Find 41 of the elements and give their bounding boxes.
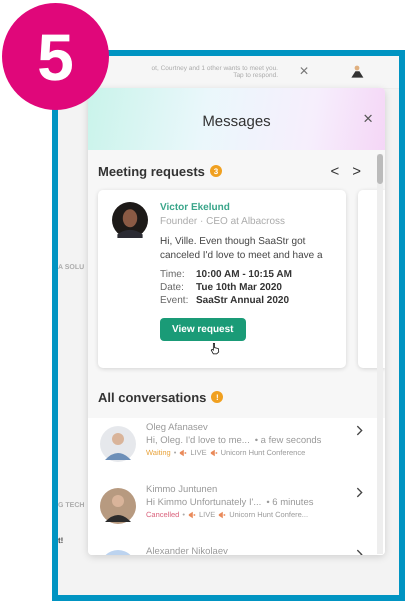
previous-button[interactable]: < [326, 162, 344, 180]
avatar [100, 426, 136, 462]
section-title: All conversations [98, 390, 206, 404]
panel-title: Messages [202, 112, 271, 130]
sender-name[interactable]: Victor Ekelund [160, 202, 340, 213]
megaphone-icon [179, 448, 188, 456]
message-text: Hi, Ville. Even though SaaStr got canceled I'd love to meet and have a [160, 235, 324, 262]
detail-value: SaaStr Annual 2020 [196, 295, 290, 306]
next-button[interactable]: > [348, 162, 365, 180]
detail-label: Event: [160, 295, 190, 306]
step-badge: 5 [2, 3, 109, 110]
detail-value: Tue 10th Mar 2020 [196, 282, 283, 293]
message-preview: Hi, Oleg. I'd love to me... [146, 435, 250, 446]
count-badge: 3 [210, 165, 222, 177]
megaphone-icon [218, 510, 226, 518]
chevron-right-icon [356, 425, 363, 436]
hand-cursor-icon [210, 342, 220, 355]
detail-label: Time: [160, 269, 186, 280]
megaphone-icon [188, 510, 196, 518]
message-preview: Hi Kimmo Unfortunately I'... [146, 497, 262, 508]
contact-name: Oleg Afanasev [146, 422, 209, 433]
scrollbar[interactable] [377, 154, 383, 554]
close-button[interactable]: × [363, 110, 373, 127]
background-text: t! [58, 536, 64, 545]
alert-badge: ! [211, 391, 224, 403]
close-button[interactable]: × [284, 63, 324, 81]
avatar [112, 202, 148, 238]
megaphone-icon [210, 448, 218, 456]
sender-role: Founder · CEO at Albacross [160, 216, 286, 227]
detail-value: 10:00 AM - 10:15 AM [196, 269, 293, 280]
message-time: • 6 minutes [266, 497, 314, 508]
view-request-button[interactable]: View request [160, 318, 246, 341]
contact-name: Alexander Nikolaev [146, 546, 229, 555]
person-icon [349, 64, 365, 80]
conversation-row[interactable]: Alexander Nikolaev [88, 542, 385, 555]
detail-label: Date: [160, 282, 185, 293]
contact-name: Kimmo Juntunen [146, 484, 218, 495]
chevron-right-icon [356, 487, 363, 498]
message-time: • a few seconds [254, 435, 322, 446]
avatar [100, 488, 136, 524]
section-title: Meeting requests [98, 164, 205, 178]
